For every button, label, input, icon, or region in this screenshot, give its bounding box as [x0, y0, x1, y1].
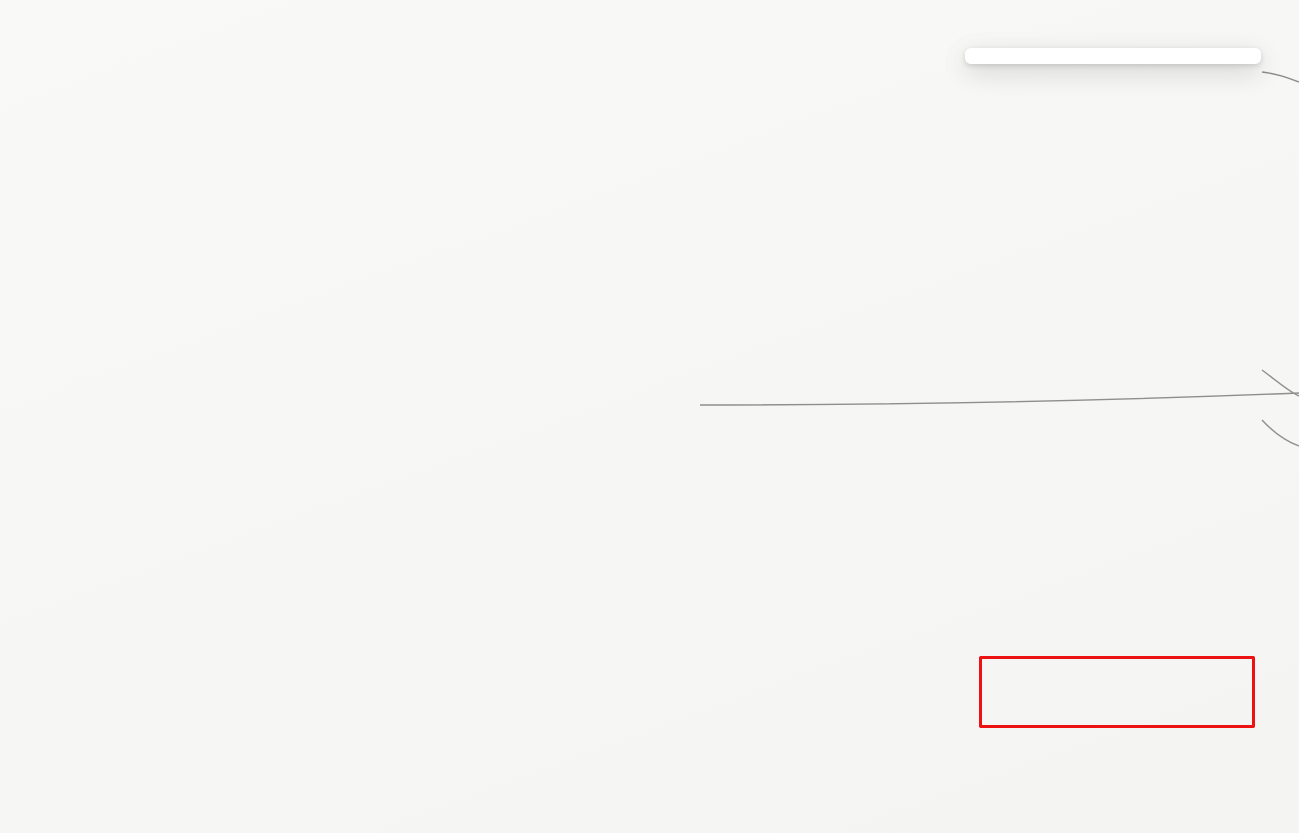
diagram-canvas	[0, 0, 1299, 833]
query-context-menu[interactable]	[965, 48, 1261, 64]
